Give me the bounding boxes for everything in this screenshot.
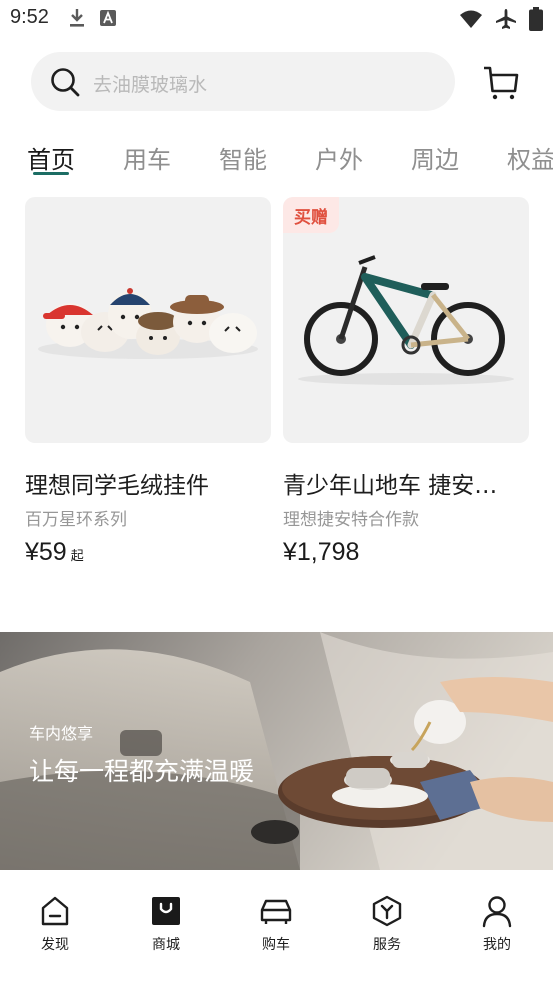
- nav-item-service[interactable]: 服务: [347, 894, 427, 954]
- price-value: ¥1,798: [283, 538, 360, 566]
- search-bar[interactable]: 去油膜玻璃水: [31, 52, 455, 111]
- price-value: ¥59: [25, 538, 67, 566]
- search-input[interactable]: 去油膜玻璃水: [93, 70, 207, 97]
- cart-icon[interactable]: [482, 63, 520, 101]
- tab-smart[interactable]: 智能: [219, 140, 267, 175]
- service-icon: [372, 895, 402, 927]
- nav-item-profile[interactable]: 我的: [457, 894, 537, 954]
- download-icon: [70, 9, 84, 27]
- nav-label: 购车: [262, 937, 290, 953]
- tab-home[interactable]: 首页: [27, 140, 75, 175]
- search-icon[interactable]: [49, 66, 81, 98]
- product-price: ¥59 起: [25, 538, 84, 567]
- wifi-icon: [460, 10, 482, 28]
- product-image-bike[interactable]: 买赠: [283, 197, 529, 443]
- product-subtitle: 理想捷安特合作款: [283, 510, 419, 530]
- product-title[interactable]: 理想同学毛绒挂件: [25, 466, 209, 500]
- nav-label: 商城: [152, 937, 180, 953]
- discover-icon: [41, 896, 69, 926]
- price-suffix: 起: [70, 548, 84, 563]
- tab-active-indicator: [33, 172, 69, 175]
- tab-benefits[interactable]: 权益: [507, 140, 553, 175]
- nav-item-buy-car[interactable]: 购车: [236, 894, 316, 954]
- battery-icon: [529, 7, 543, 31]
- category-tabs: 首页 用车 智能 户外 周边 权益: [0, 136, 553, 181]
- car-icon: [260, 899, 292, 924]
- nav-item-mall[interactable]: 商城: [126, 894, 206, 954]
- a-badge-icon: [100, 10, 116, 26]
- promo-banner[interactable]: [0, 632, 553, 870]
- product-title[interactable]: 青少年山地车 捷安…: [283, 466, 497, 500]
- nav-label: 发现: [41, 937, 69, 953]
- product-image-plush[interactable]: [25, 197, 271, 443]
- nav-item-discover[interactable]: 发现: [15, 894, 95, 954]
- product-price: ¥1,798: [283, 538, 359, 567]
- bottom-nav: 发现 商城 购车 服务 我的: [0, 870, 553, 984]
- banner-title: 让每一程都充满温暖: [29, 757, 255, 786]
- tab-car-use[interactable]: 用车: [123, 140, 171, 175]
- plush-keychains-image: [38, 288, 258, 359]
- nav-label: 我的: [483, 937, 511, 953]
- banner-subtitle: 车内悠享: [29, 724, 94, 743]
- tab-merch[interactable]: 周边: [411, 140, 459, 175]
- mall-icon: [152, 897, 180, 925]
- car-interior-tea-image: [0, 632, 553, 870]
- airplane-icon: [496, 9, 516, 29]
- status-time: 9:52: [10, 6, 49, 28]
- nav-label: 服务: [373, 937, 401, 953]
- profile-icon: [482, 896, 512, 928]
- tab-outdoor[interactable]: 户外: [315, 140, 363, 175]
- kids-mountain-bike-image: [298, 255, 514, 385]
- gift-badge: 买赠: [283, 197, 339, 233]
- status-bar: 9:52: [0, 0, 553, 38]
- product-subtitle: 百万星环系列: [25, 510, 127, 530]
